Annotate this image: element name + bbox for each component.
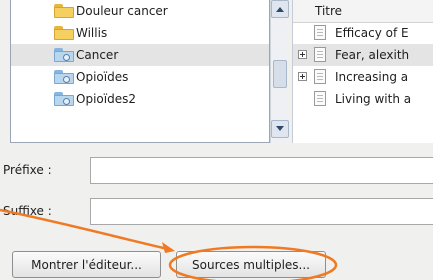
collections-tree[interactable]: Douleur cancer Willis Cancer Opioïdes Op… — [10, 0, 270, 143]
tree-item-label: Douleur cancer — [76, 4, 168, 18]
tree-item-opioides[interactable]: Opioïdes — [11, 66, 269, 88]
expand-plus-icon[interactable] — [298, 72, 307, 81]
tree-item-label: Willis — [76, 26, 108, 40]
items-list[interactable]: Titre Efficacy of E Fear, alexith Increa… — [292, 0, 433, 143]
item-title: Fear, alexith — [335, 48, 410, 62]
show-editor-button[interactable]: Montrer l'éditeur... — [12, 251, 161, 278]
suffix-field[interactable] — [90, 198, 433, 225]
chevron-down-icon — [276, 126, 284, 131]
tree-item-cancer[interactable]: Cancer — [11, 44, 269, 66]
suffix-label: Suffixe : — [3, 204, 52, 218]
tree-item-douleur-cancer[interactable]: Douleur cancer — [11, 0, 269, 22]
item-title: Living with a — [335, 92, 412, 106]
tree-item-opioides2[interactable]: Opioïdes2 — [11, 88, 269, 110]
list-item[interactable]: Fear, alexith — [293, 44, 433, 66]
document-icon — [314, 69, 326, 84]
expand-plus-icon[interactable] — [298, 50, 307, 59]
folder-icon — [54, 4, 74, 18]
tree-item-willis[interactable]: Willis — [11, 22, 269, 44]
saved-search-icon — [54, 48, 74, 62]
document-icon — [314, 47, 326, 62]
list-item[interactable]: Living with a — [293, 88, 433, 110]
scroll-down-button[interactable] — [271, 120, 289, 138]
prefix-field[interactable] — [90, 157, 433, 184]
tree-scrollbar[interactable] — [270, 0, 289, 143]
annotation-arrow-head — [162, 242, 175, 253]
multiple-sources-button[interactable]: Sources multiples... — [176, 251, 326, 278]
tree-item-label: Opioïdes2 — [76, 92, 136, 106]
scroll-up-button[interactable] — [271, 0, 289, 18]
column-header-label: Titre — [315, 4, 343, 18]
column-header-title[interactable]: Titre — [293, 0, 433, 23]
tree-item-label: Opioïdes — [76, 70, 129, 84]
prefix-label: Préfixe : — [3, 163, 52, 177]
folder-icon — [54, 26, 74, 40]
list-item[interactable]: Efficacy of E — [293, 22, 433, 44]
scroll-thumb[interactable] — [273, 60, 287, 88]
list-item[interactable]: Increasing a — [293, 66, 433, 88]
saved-search-icon — [54, 92, 74, 106]
item-title: Increasing a — [335, 70, 409, 84]
document-icon — [314, 25, 326, 40]
tree-item-label: Cancer — [76, 48, 119, 62]
item-title: Efficacy of E — [335, 26, 409, 40]
saved-search-icon — [54, 70, 74, 84]
document-icon — [314, 91, 326, 106]
chevron-up-icon — [276, 7, 284, 12]
